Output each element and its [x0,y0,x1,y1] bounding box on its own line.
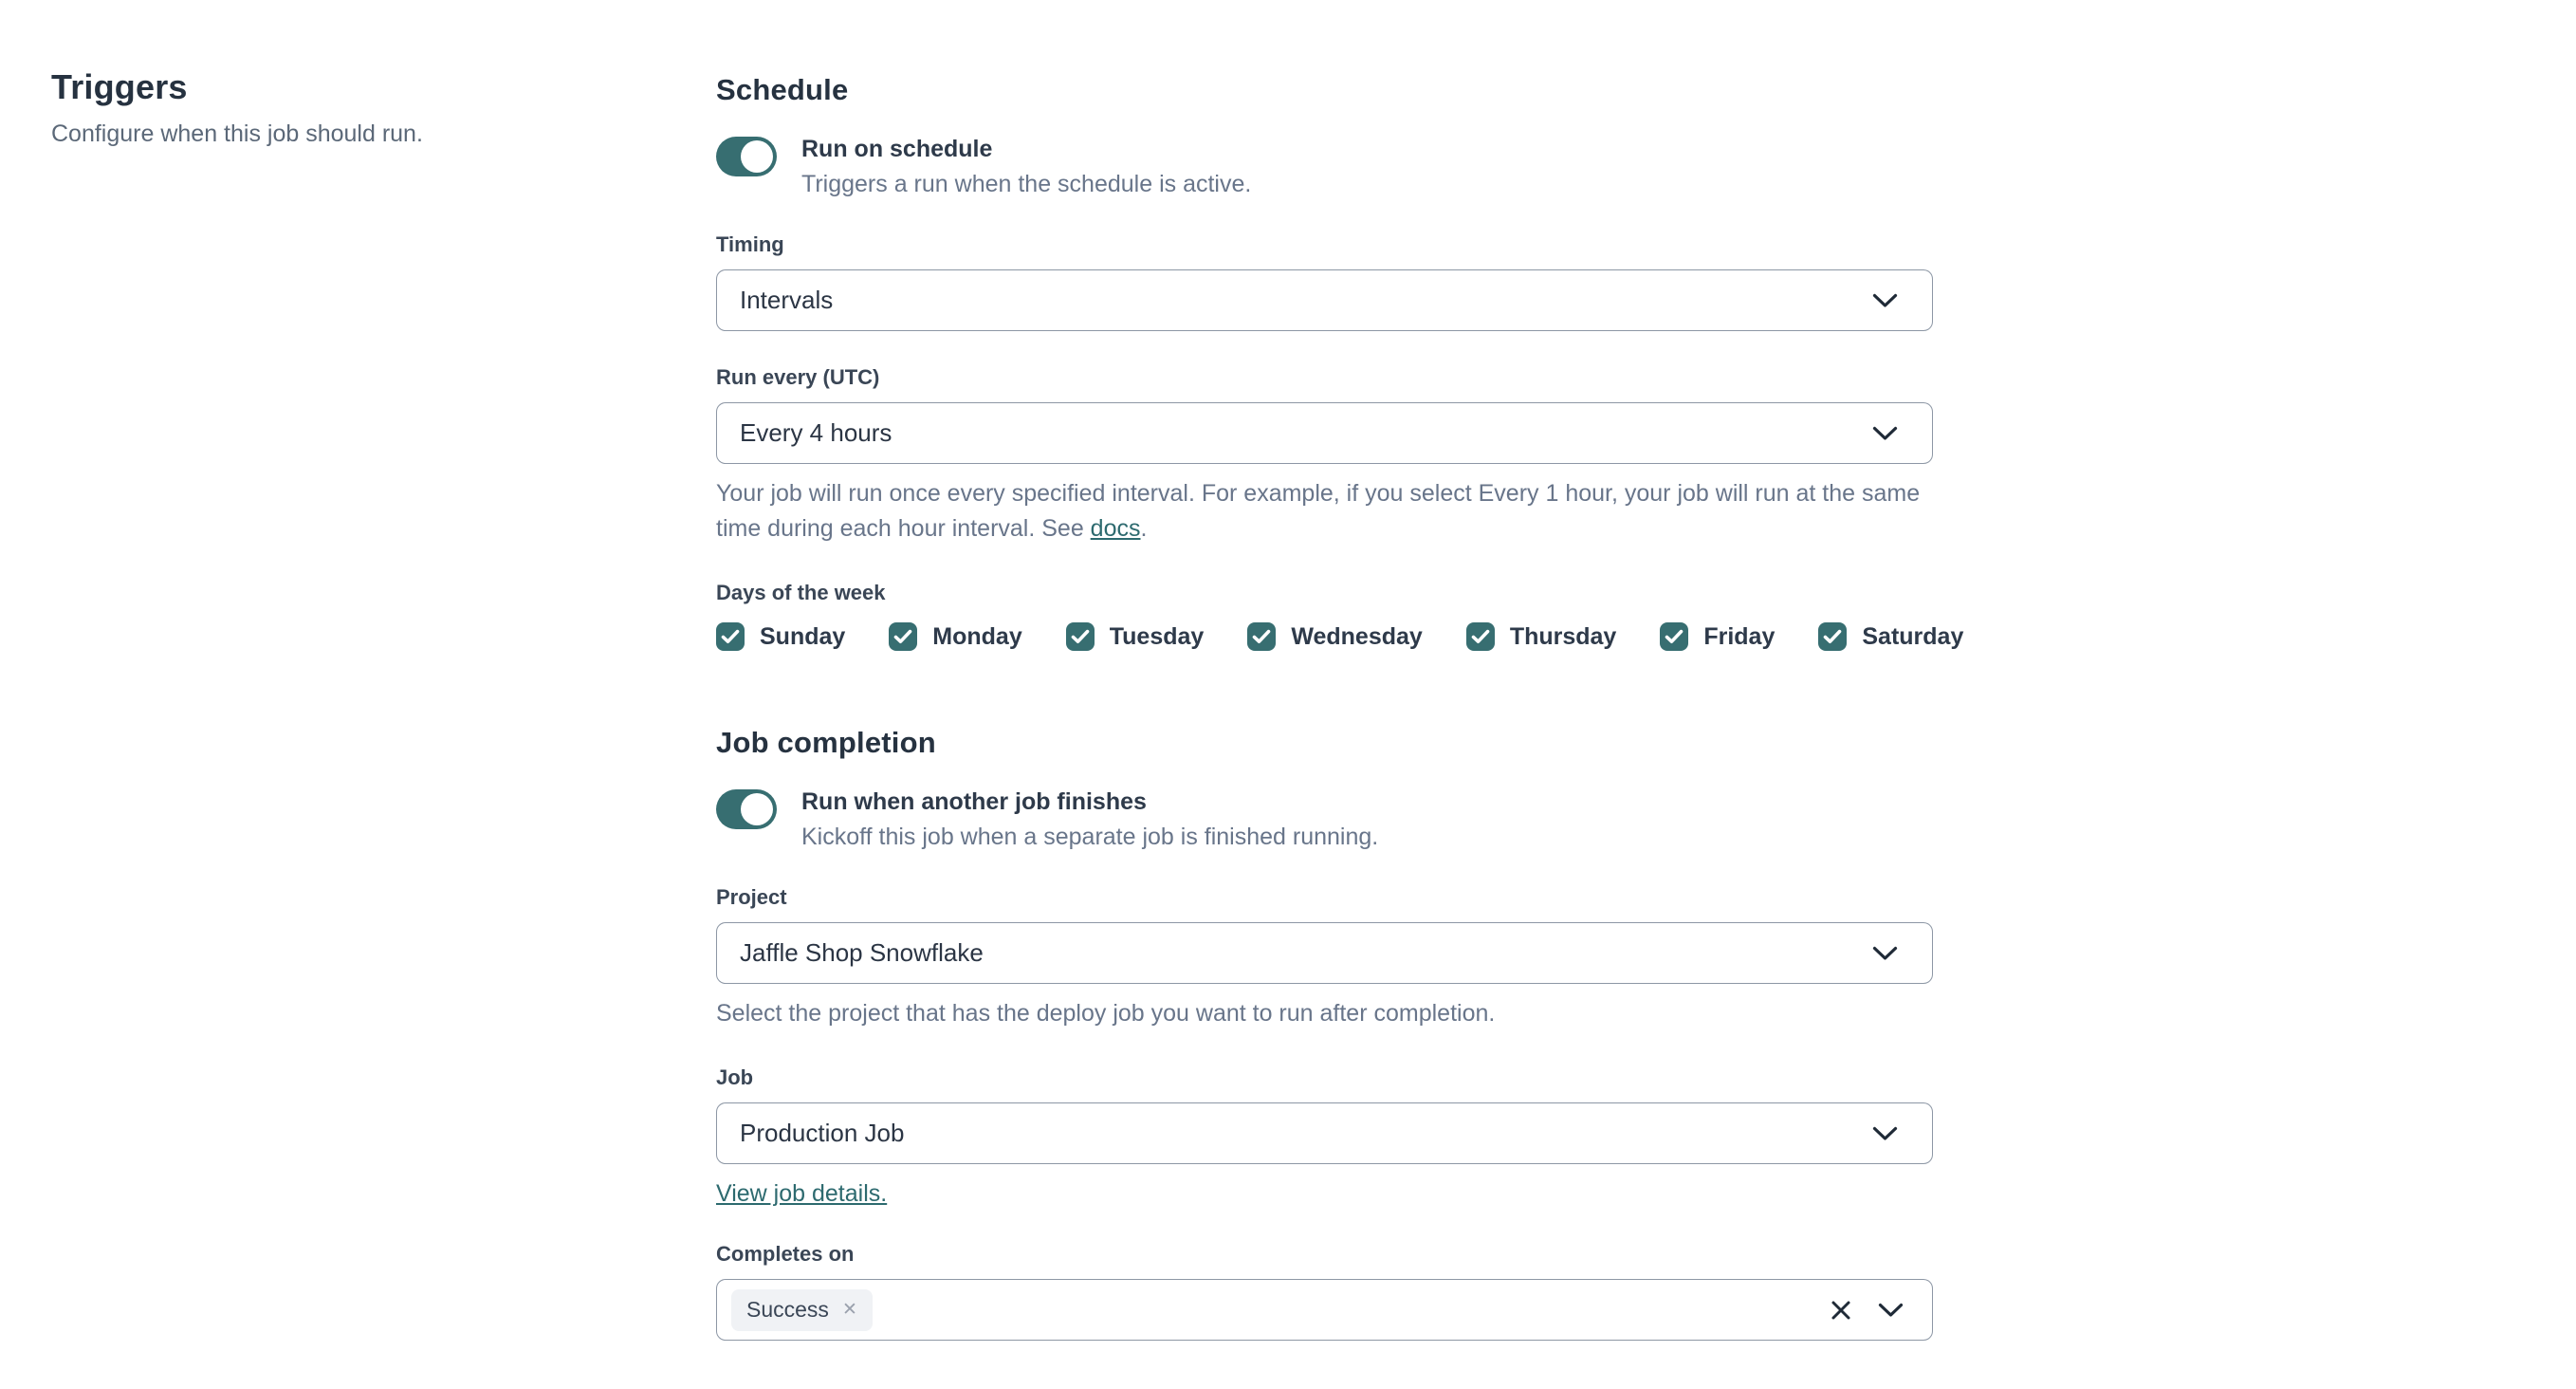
chevron-down-icon[interactable] [1878,1303,1904,1318]
checkbox-checked-icon[interactable] [1065,622,1095,651]
day-checkbox-tuesday[interactable]: Tuesday [1065,622,1205,651]
day-checkbox-thursday[interactable]: Thursday [1465,622,1617,651]
triggers-panel-header: Triggers Configure when this job should … [51,66,582,150]
completes-on-multiselect[interactable]: Success ✕ [716,1279,1933,1341]
project-help-text: Select the project that has the deploy j… [716,1000,1496,1027]
day-label: Sunday [760,622,846,650]
run-when-job-finishes-row: Run when another job finishes Kickoff th… [716,787,1933,851]
clear-all-icon[interactable] [1831,1300,1851,1321]
page-subtitle: Configure when this job should run. [51,120,423,147]
checkbox-checked-icon[interactable] [889,622,918,651]
page-title: Triggers [51,67,188,106]
completes-on-tag-success: Success ✕ [731,1288,873,1331]
run-on-schedule-description: Triggers a run when the schedule is acti… [801,171,1252,197]
project-label: Project [716,885,787,909]
chevron-down-icon[interactable] [1872,426,1898,441]
run-every-help-text: Your job will run once every specified i… [716,476,1933,546]
day-checkbox-saturday[interactable]: Saturday [1818,622,1963,651]
run-every-label: Run every (UTC) [716,365,880,389]
job-label: Job [716,1065,754,1089]
day-label: Friday [1703,622,1776,650]
multiselect-actions [1831,1300,1904,1321]
triggers-form: Schedule Run on schedule Triggers a run … [716,72,1963,1341]
run-on-schedule-toggle[interactable] [716,137,777,176]
chevron-down-icon[interactable] [1872,946,1898,961]
day-checkbox-friday[interactable]: Friday [1660,622,1775,651]
project-select-value: Jaffle Shop Snowflake [740,938,984,967]
job-select[interactable]: Production Job [716,1102,1933,1164]
project-select[interactable]: Jaffle Shop Snowflake [716,922,1933,984]
days-of-week-row: Sunday Monday Tuesday Wednesday Thursday… [716,622,1963,651]
checkbox-checked-icon[interactable] [1465,622,1495,651]
chevron-down-icon[interactable] [1872,293,1898,308]
day-label: Wednesday [1291,622,1423,650]
timing-select-value: Intervals [740,286,834,314]
run-every-select-value: Every 4 hours [740,418,892,447]
checkbox-checked-icon[interactable] [1247,622,1277,651]
chevron-down-icon[interactable] [1872,1126,1898,1141]
toggle-knob [741,793,773,825]
checkbox-checked-icon[interactable] [716,622,745,651]
run-when-job-finishes-text: Run when another job finishes Kickoff th… [801,787,1378,851]
day-label: Tuesday [1109,622,1205,650]
run-when-job-finishes-description: Kickoff this job when a separate job is … [801,824,1379,850]
completes-on-label: Completes on [716,1242,855,1266]
tag-label: Success [746,1297,829,1322]
run-every-select[interactable]: Every 4 hours [716,402,1933,464]
run-on-schedule-text: Run on schedule Triggers a run when the … [801,135,1251,198]
tag-remove-icon[interactable]: ✕ [842,1301,857,1319]
checkbox-checked-icon[interactable] [1660,622,1689,651]
day-checkbox-sunday[interactable]: Sunday [716,622,845,651]
day-label: Thursday [1509,622,1617,650]
help-text-suffix: . [1140,515,1148,542]
help-text-body: Your job will run once every specified i… [716,480,1921,542]
day-checkbox-monday[interactable]: Monday [889,622,1022,651]
schedule-section-heading: Schedule [716,73,849,106]
day-checkbox-wednesday[interactable]: Wednesday [1247,622,1423,651]
day-label: Monday [932,622,1022,650]
run-on-schedule-label: Run on schedule [801,136,993,162]
run-when-job-finishes-toggle[interactable] [716,789,777,829]
toggle-knob [741,140,773,173]
timing-label: Timing [716,232,784,256]
timing-select[interactable]: Intervals [716,269,1933,331]
days-of-week-label: Days of the week [716,581,886,604]
docs-link[interactable]: docs [1091,515,1141,542]
job-select-value: Production Job [740,1119,905,1147]
view-job-details-link[interactable]: View job details. [716,1179,887,1208]
run-on-schedule-row: Run on schedule Triggers a run when the … [716,135,1933,198]
job-completion-section-heading: Job completion [716,726,936,759]
checkbox-checked-icon[interactable] [1818,622,1848,651]
run-when-job-finishes-label: Run when another job finishes [801,788,1147,815]
day-label: Saturday [1862,622,1964,650]
